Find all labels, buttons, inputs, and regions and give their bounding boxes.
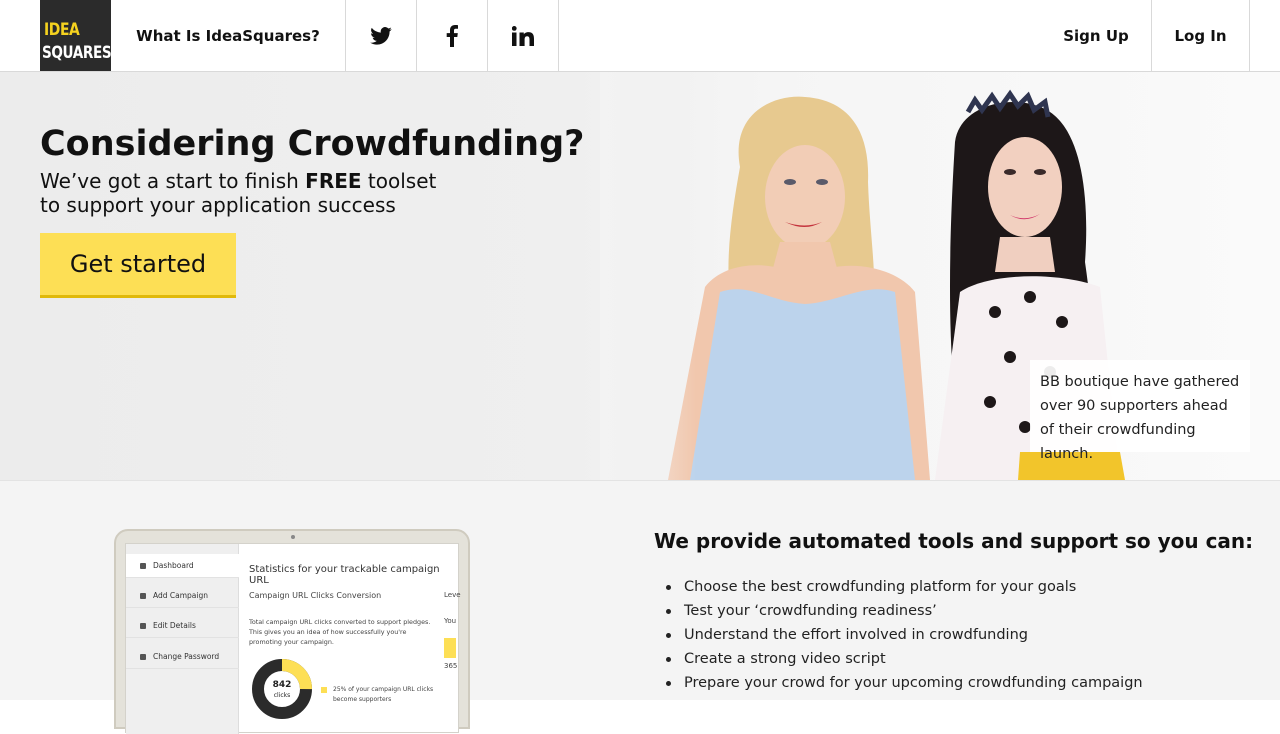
change-password-nav-item: Change Password	[126, 645, 239, 669]
list-item: Prepare your crowd for your upcoming cro…	[666, 671, 1143, 695]
dashboard-screenshot: Dashboard Add Campaign Edit Details Chan…	[125, 543, 461, 734]
linkedin-link[interactable]	[488, 0, 559, 71]
log-in-link[interactable]: Log In	[1152, 0, 1250, 71]
legend-swatch	[321, 687, 327, 693]
dashboard-subtitle: Campaign URL Clicks Conversion	[249, 591, 382, 600]
list-item: Understand the effort involved in crowdf…	[666, 623, 1143, 647]
hero-subtitle-post: toolset	[361, 169, 437, 193]
laptop-mockup: Dashboard Add Campaign Edit Details Chan…	[114, 529, 470, 734]
dashboard-title: Statistics for your trackable campaign U…	[249, 564, 440, 586]
change-password-nav-label: Change Password	[153, 652, 220, 661]
plus-icon	[140, 592, 146, 599]
legend-text: 25% of your campaign URL clicks become s…	[333, 686, 434, 703]
features-list: Choose the best crowdfunding platform fo…	[666, 575, 1143, 695]
add-campaign-nav-label: Add Campaign	[153, 591, 208, 600]
logo-text-squares: SQUARES	[42, 43, 112, 63]
ideasquares-logo[interactable]: IDEA SQUARES	[40, 0, 112, 71]
features-title: We provide automated tools and support s…	[654, 529, 1254, 553]
top-nav: IDEA SQUARES What Is IdeaSquares? Sign U…	[0, 0, 1280, 72]
dashboard-nav-item: Dashboard	[126, 554, 239, 578]
clicks-label: clicks	[273, 692, 291, 699]
hero-subtitle: We’ve got a start to finish FREE toolset…	[40, 169, 436, 217]
facebook-link[interactable]	[417, 0, 488, 71]
dashboard-icon	[140, 562, 146, 569]
what-is-link[interactable]: What Is IdeaSquares?	[111, 0, 346, 71]
hero-section: Considering Crowdfunding? We’ve got a st…	[0, 72, 1280, 480]
list-item: Create a strong video script	[666, 647, 1143, 671]
edit-details-nav-label: Edit Details	[153, 621, 196, 630]
dashboard-description: Total campaign URL clicks converted to s…	[249, 618, 431, 646]
hero-title: Considering Crowdfunding?	[40, 124, 585, 164]
dashboard-sidebar: Dashboard Add Campaign Edit Details Chan…	[126, 544, 239, 734]
list-item: Test your ‘crowdfunding readiness’	[666, 599, 1143, 623]
logo-text-idea: IDEA	[44, 20, 80, 40]
list-item: Choose the best crowdfunding platform fo…	[666, 575, 1143, 599]
user-icon	[140, 622, 146, 629]
sign-up-link[interactable]: Sign Up	[1041, 0, 1152, 71]
hero-subtitle-pre: We’ve got a start to finish	[40, 169, 306, 193]
dashboard-level-label: Leve	[444, 591, 461, 599]
add-campaign-nav-item: Add Campaign	[126, 584, 239, 608]
twitter-link[interactable]	[346, 0, 417, 71]
twitter-icon	[370, 26, 392, 45]
photo-caption: BB boutique have gathered over 90 suppor…	[1030, 360, 1250, 462]
dashboard-nav-label: Dashboard	[153, 561, 194, 570]
hero-subtitle-free: FREE	[305, 169, 362, 193]
dashboard-side-value: 365	[444, 662, 458, 670]
edit-details-nav-item: Edit Details	[126, 614, 239, 638]
facebook-icon	[446, 24, 458, 47]
laptop-camera	[291, 535, 295, 539]
lock-icon	[140, 653, 146, 660]
features-section: Dashboard Add Campaign Edit Details Chan…	[0, 480, 1280, 734]
hero-subtitle-line2: to support your application success	[40, 193, 396, 217]
get-started-button[interactable]: Get started	[40, 233, 236, 298]
dashboard-you-label: You	[444, 617, 457, 625]
dashboard-main: Statistics for your trackable campaign U…	[239, 544, 461, 734]
linkedin-icon	[512, 25, 534, 46]
clicks-value: 842	[272, 680, 292, 690]
dashboard-level-bar	[444, 638, 456, 658]
